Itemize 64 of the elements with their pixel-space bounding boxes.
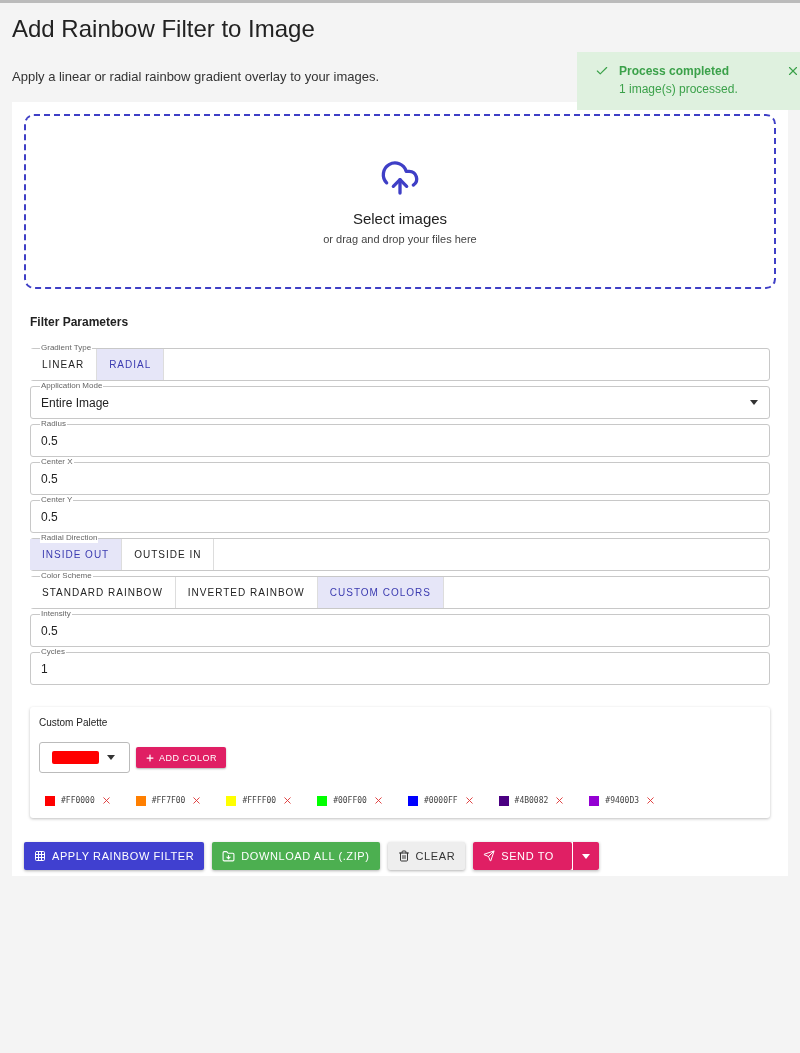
dropzone[interactable]: Select images or drag and drop your files here (24, 114, 776, 289)
send-button[interactable]: SEND TO (473, 842, 572, 870)
input-field[interactable]: Cycles 1 (30, 647, 770, 685)
add-color-button[interactable]: ADD COLOR (136, 747, 226, 768)
color-code: #FFFF00 (242, 796, 277, 805)
field-label: Radial Direction (40, 533, 99, 543)
color-code: #FF7F00 (151, 796, 186, 805)
select-value: Entire Image (40, 395, 111, 410)
input-value: 0.5 (40, 433, 59, 448)
folder-icon (222, 849, 236, 863)
send-icon (483, 850, 496, 862)
field-label: Center Y (40, 495, 74, 505)
field-label: Application Mode (40, 381, 104, 391)
page-subtitle: Apply a linear or radial rainbow gradient overlay to your images. (12, 69, 380, 84)
trash-icon (397, 850, 410, 862)
grid-icon (34, 850, 46, 862)
close-icon[interactable] (191, 795, 203, 806)
field-label: Radius (40, 419, 67, 429)
input-value: 0.5 (40, 509, 59, 524)
caret-icon (107, 755, 115, 760)
toggle-option[interactable]: STANDARD RAINBOW (30, 577, 176, 608)
clear-button[interactable]: CLEAR (387, 842, 466, 870)
palette-heading: Custom Palette (39, 717, 109, 728)
close-icon[interactable] (282, 795, 294, 806)
caret-icon (581, 853, 590, 859)
input-value: 0.5 (40, 623, 59, 638)
input-value: 0.5 (40, 471, 59, 486)
select-field[interactable]: Application Mode Entire Image (30, 381, 770, 419)
field-label: Cycles (40, 647, 66, 657)
page-title: Add Rainbow Filter to Image (12, 15, 316, 43)
section-heading: Filter Parameters (30, 315, 130, 329)
color-code: #FF0000 (61, 796, 95, 805)
toast-message: 1 image(s) processed. (619, 82, 739, 96)
dropdown-button[interactable] (571, 842, 599, 870)
close-icon[interactable] (645, 795, 657, 806)
plus-icon (145, 752, 155, 763)
field-label: Center X (40, 457, 74, 467)
dropzone-title: Select images (352, 210, 448, 227)
toggle-option[interactable]: INSIDE OUT (30, 539, 123, 570)
caret-icon (750, 400, 758, 405)
toggle-option[interactable]: CUSTOM COLORS (317, 577, 444, 608)
close-icon[interactable] (554, 795, 566, 806)
close-icon[interactable] (463, 795, 475, 806)
dropzone-hint: or drag and drop your files here (323, 233, 477, 245)
toast-title: Process completed (619, 64, 731, 78)
toggle-option[interactable]: RADIAL (97, 349, 165, 380)
color-picker[interactable] (39, 742, 130, 773)
color-code: #00FF00 (333, 796, 367, 805)
close-icon[interactable] (100, 795, 112, 806)
input-field[interactable]: Center Y 0.5 (30, 495, 770, 533)
field-label: Gradient Type (40, 343, 93, 353)
close-icon[interactable] (372, 795, 384, 806)
color-code: #9400D3 (605, 796, 640, 805)
color-code: #4B0082 (514, 796, 549, 805)
color-code: #0000FF (423, 796, 458, 805)
field-label: Color Scheme (40, 571, 93, 581)
input-value: 1 (40, 661, 49, 676)
field-label: Intensity (40, 609, 72, 619)
input-field[interactable]: Radius 0.5 (30, 419, 770, 457)
input-field[interactable]: Center X 0.5 (30, 457, 770, 495)
input-field[interactable]: Intensity 0.5 (30, 609, 770, 647)
close-icon[interactable] (786, 64, 800, 78)
apply-button[interactable]: APPLY RAINBOW FILTER (24, 842, 205, 870)
check-icon (595, 64, 609, 78)
